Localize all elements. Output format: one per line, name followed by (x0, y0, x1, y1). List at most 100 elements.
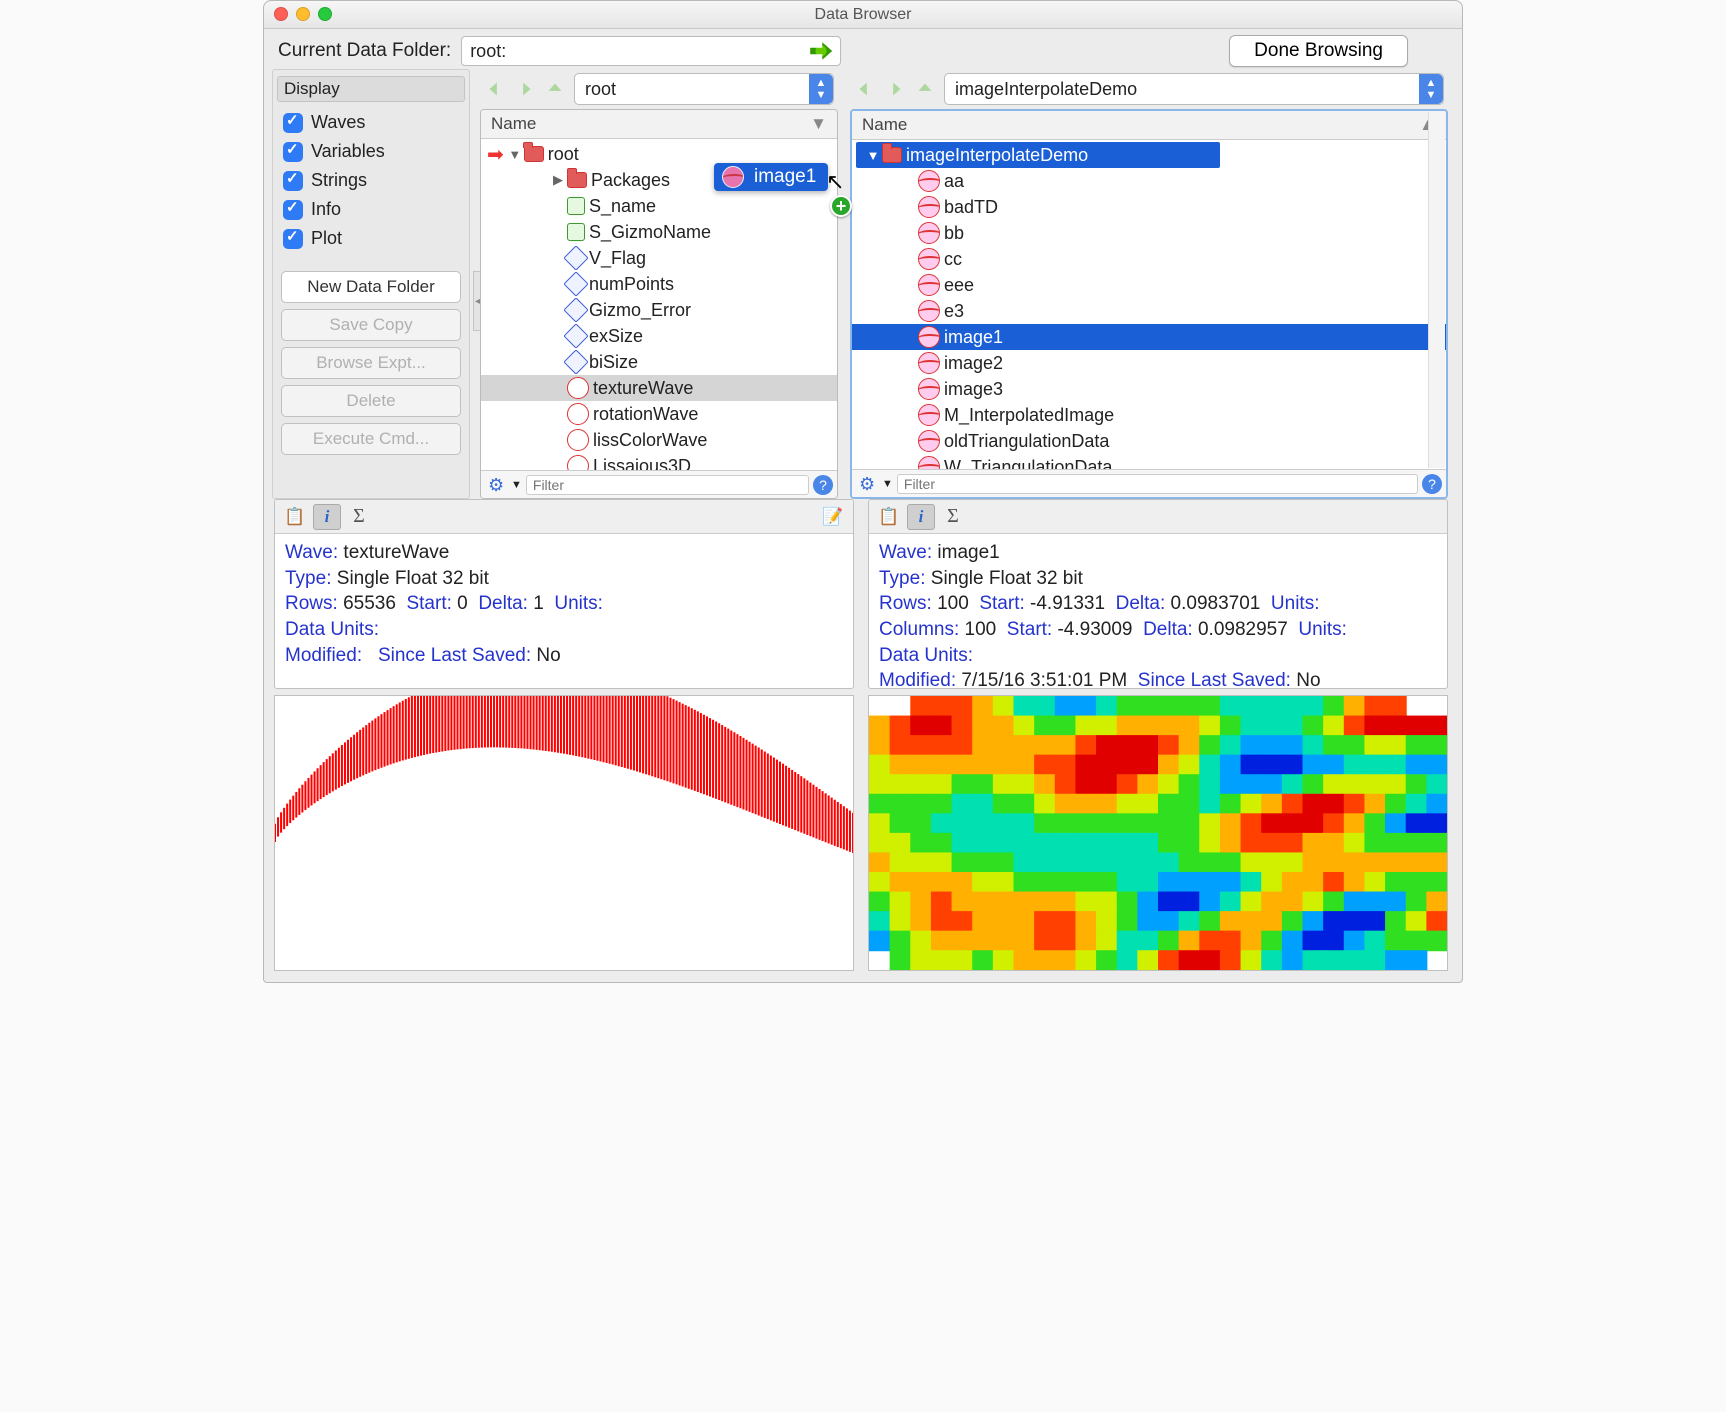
clipboard-icon[interactable]: 📋 (875, 504, 903, 530)
right-folder-combo[interactable]: imageInterpolateDemo ▲▼ (944, 73, 1444, 105)
tree-row[interactable]: S_name (481, 193, 837, 219)
tree-row[interactable]: aa (852, 168, 1446, 194)
sidebar-button: Save Copy (281, 309, 461, 341)
disclose-icon[interactable]: ▼ (508, 147, 522, 162)
right-info-panel: 📋 i Σ Wave: image1 Type: Single Float 32… (868, 499, 1448, 689)
current-folder-field[interactable]: root: (461, 36, 841, 66)
tree-row[interactable]: W_TriangulationData (852, 454, 1446, 469)
tree-row[interactable]: numPoints (481, 271, 837, 297)
tree-row[interactable]: Lissajous3D (481, 453, 837, 470)
str-icon (567, 197, 585, 215)
wave-icon (918, 326, 940, 348)
right-tree[interactable]: Name▲ ▼ imageInterpolateDemo aabadTDbbcc… (850, 109, 1448, 499)
tree-row[interactable]: badTD (852, 194, 1446, 220)
folder-icon (524, 146, 544, 162)
tree-row[interactable]: textureWave (481, 375, 837, 401)
tree-row[interactable]: image2 (852, 350, 1446, 376)
checkbox-icon (283, 142, 303, 162)
help-icon[interactable]: ? (813, 475, 833, 495)
gear-icon[interactable]: ⚙ (488, 475, 508, 495)
nav-forward-icon[interactable] (884, 78, 906, 100)
disclose-icon[interactable]: ▼ (866, 148, 880, 163)
stats-mode-icon[interactable]: Σ (939, 504, 967, 530)
info-mode-icon[interactable]: i (907, 504, 935, 530)
go-arrow-icon[interactable] (810, 40, 832, 62)
nav-back-icon[interactable] (484, 78, 506, 100)
tree-row[interactable]: rotationWave (481, 401, 837, 427)
tree-row[interactable]: image1 (852, 324, 1446, 350)
tree-row[interactable]: e3 (852, 298, 1446, 324)
sort-desc-icon[interactable]: ▼ (810, 114, 827, 134)
sidebar-button: Delete (281, 385, 461, 417)
left-plot (274, 695, 854, 971)
display-check-plot[interactable]: Plot (277, 224, 465, 253)
display-check-strings[interactable]: Strings (277, 166, 465, 195)
stats-mode-icon[interactable]: Σ (345, 504, 373, 530)
left-folder-combo[interactable]: root ▲▼ (574, 73, 834, 105)
tree-row[interactable]: eee (852, 272, 1446, 298)
checkbox-icon (283, 171, 303, 191)
wave2-icon (567, 455, 589, 470)
info-mode-icon[interactable]: i (313, 504, 341, 530)
tree-row[interactable]: image3 (852, 376, 1446, 402)
current-folder-value: root: (470, 41, 506, 62)
chevron-updown-icon: ▲▼ (809, 74, 833, 104)
clipboard-icon[interactable]: 📋 (281, 504, 309, 530)
sidebar-button[interactable]: New Data Folder (281, 271, 461, 303)
tree-row[interactable]: bb (852, 220, 1446, 246)
wave-icon (918, 378, 940, 400)
checkbox-icon (283, 200, 303, 220)
display-check-info[interactable]: Info (277, 195, 465, 224)
var-icon (563, 271, 588, 296)
filter-input[interactable] (897, 474, 1418, 494)
tree-row[interactable]: Gizmo_Error (481, 297, 837, 323)
minimize-icon[interactable] (296, 7, 310, 21)
tree-row[interactable]: lissColorWave (481, 427, 837, 453)
tree-row[interactable]: oldTriangulationData (852, 428, 1446, 454)
sidebar-button: Execute Cmd... (281, 423, 461, 455)
tree-row-folder[interactable]: ▼ imageInterpolateDemo (856, 142, 1220, 168)
wave2-icon (567, 403, 589, 425)
nav-up-icon[interactable] (544, 78, 566, 100)
sidebar-button: Browse Expt... (281, 347, 461, 379)
zoom-icon[interactable] (318, 7, 332, 21)
wave-icon (918, 248, 940, 270)
display-check-waves[interactable]: Waves (277, 108, 465, 137)
chevron-down-icon[interactable]: ▼ (882, 478, 893, 490)
wave-icon (918, 352, 940, 374)
str-icon (567, 223, 585, 241)
help-icon[interactable]: ? (1422, 474, 1442, 494)
info-text: Wave: textureWave Type: Single Float 32 … (275, 534, 853, 688)
nav-back-icon[interactable] (854, 78, 876, 100)
tree-row[interactable]: S_GizmoName (481, 219, 837, 245)
wave-icon (918, 404, 940, 426)
chevron-down-icon[interactable]: ▼ (511, 479, 522, 491)
window-controls (274, 7, 332, 21)
display-check-variables[interactable]: Variables (277, 137, 465, 166)
filter-input[interactable] (526, 475, 809, 495)
wave-icon (918, 430, 940, 452)
done-browsing-button[interactable]: Done Browsing (1229, 35, 1408, 67)
wave-icon (918, 222, 940, 244)
close-icon[interactable] (274, 7, 288, 21)
edit-note-icon[interactable]: 📝 (819, 504, 847, 530)
copy-plus-icon: + (830, 195, 852, 217)
drag-ghost: image1 (714, 163, 828, 191)
tree-row[interactable]: exSize (481, 323, 837, 349)
nav-up-icon[interactable] (914, 78, 936, 100)
gear-icon[interactable]: ⚙ (859, 474, 879, 494)
chevron-updown-icon: ▲▼ (1419, 74, 1443, 104)
disclose-icon[interactable]: ▶ (551, 172, 565, 188)
var-icon (563, 349, 588, 374)
tree-row[interactable]: M_InterpolatedImage (852, 402, 1446, 428)
tree-row[interactable]: cc (852, 246, 1446, 272)
wave-icon (918, 274, 940, 296)
tree-row[interactable]: biSize (481, 349, 837, 375)
tree-row[interactable]: V_Flag (481, 245, 837, 271)
name-column-header[interactable]: Name (862, 115, 907, 135)
wave2-icon (567, 429, 589, 451)
name-column-header[interactable]: Name (491, 114, 536, 134)
nav-forward-icon[interactable] (514, 78, 536, 100)
scrollbar[interactable] (1428, 112, 1445, 468)
var-icon (563, 297, 588, 322)
